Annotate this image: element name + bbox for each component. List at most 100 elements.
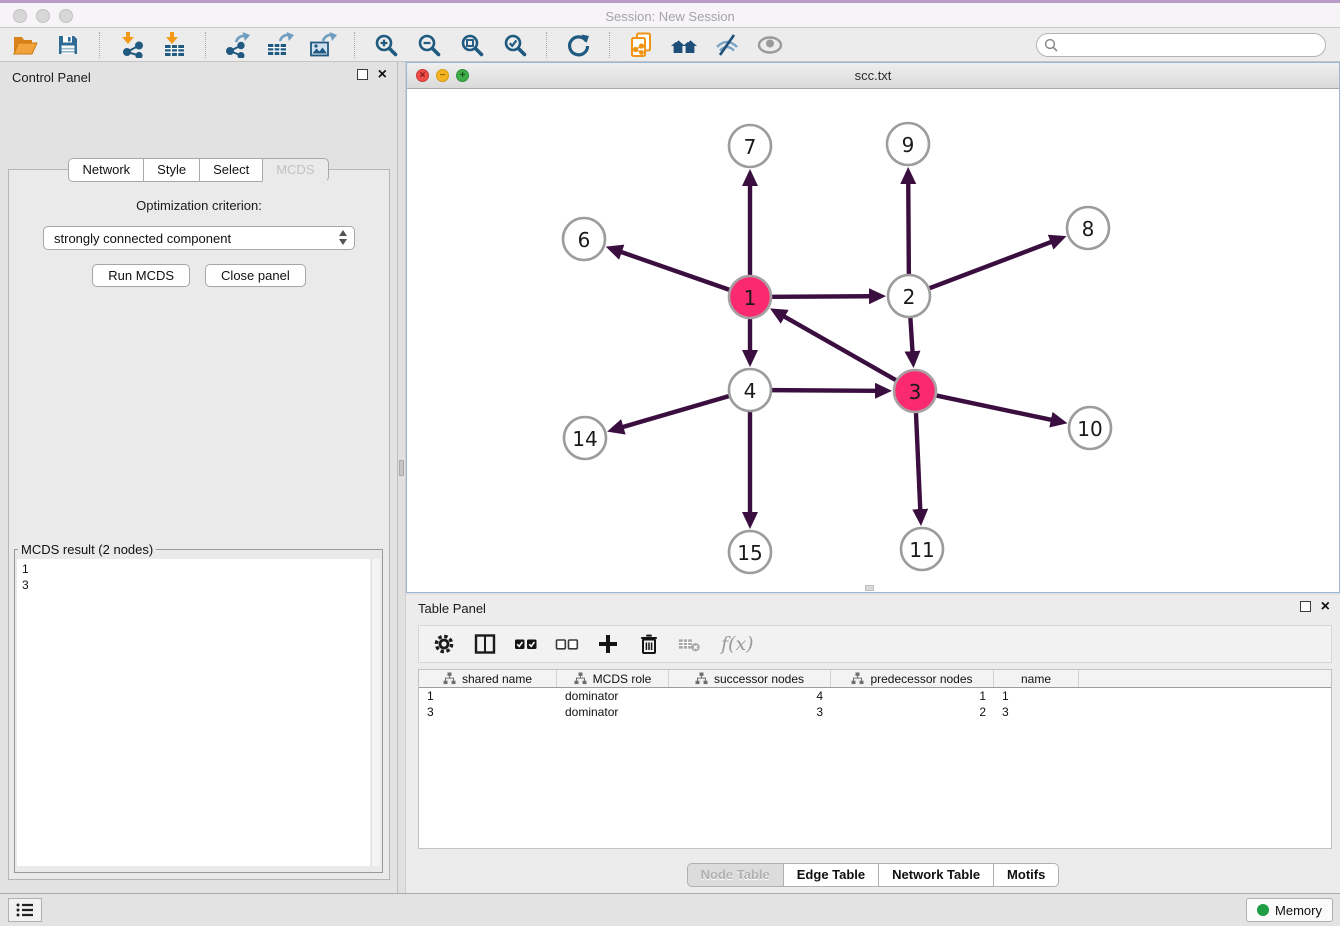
graph-edge-1-2[interactable] bbox=[772, 296, 870, 297]
graph-node-15[interactable]: 15 bbox=[729, 531, 771, 573]
export-table-icon[interactable] bbox=[265, 31, 295, 59]
cell-successor-nodes[interactable]: 3 bbox=[669, 705, 831, 719]
control-panel: Control Panel × Network Style Select MCD… bbox=[0, 62, 397, 893]
refresh-layout-icon[interactable] bbox=[563, 31, 593, 59]
settings-gear-icon[interactable] bbox=[432, 632, 456, 656]
column-header-predecessor-nodes[interactable]: predecessor nodes bbox=[831, 670, 994, 687]
criterion-select[interactable]: strongly connected component bbox=[43, 226, 355, 250]
panel-divider[interactable] bbox=[397, 62, 406, 893]
memory-button[interactable]: Memory bbox=[1246, 898, 1333, 922]
export-network-icon[interactable] bbox=[222, 31, 252, 59]
select-stepper-icon bbox=[339, 230, 347, 245]
graph-node-3[interactable]: 3 bbox=[894, 370, 936, 412]
svg-text:6: 6 bbox=[578, 228, 591, 252]
tab-motifs[interactable]: Motifs bbox=[993, 863, 1059, 887]
close-table-panel-icon[interactable]: × bbox=[1321, 601, 1330, 612]
toolbar-separator bbox=[546, 32, 547, 58]
mcds-result-text[interactable]: 1 3 bbox=[17, 559, 370, 866]
cell-shared-name[interactable]: 1 bbox=[419, 689, 557, 703]
select-all-checkboxes-icon[interactable] bbox=[514, 632, 538, 656]
close-panel-icon[interactable]: × bbox=[378, 69, 387, 80]
tab-network-table[interactable]: Network Table bbox=[878, 863, 993, 887]
cytoscape-app: Session: New Session bbox=[0, 0, 1340, 926]
cell-mcds-role[interactable]: dominator bbox=[557, 689, 669, 703]
float-table-panel-icon[interactable] bbox=[1300, 601, 1311, 612]
add-column-icon[interactable] bbox=[596, 632, 620, 656]
delete-table-icon[interactable] bbox=[678, 632, 702, 656]
zoom-in-icon[interactable] bbox=[371, 31, 401, 59]
zoom-selected-icon[interactable] bbox=[500, 31, 530, 59]
split-view-icon[interactable] bbox=[473, 632, 497, 656]
graph-node-8[interactable]: 8 bbox=[1067, 207, 1109, 249]
graph-edge-4-3[interactable] bbox=[772, 390, 876, 391]
cell-predecessor-nodes[interactable]: 2 bbox=[831, 705, 994, 719]
cell-predecessor-nodes[interactable]: 1 bbox=[831, 689, 994, 703]
list-icon bbox=[15, 902, 35, 918]
float-panel-icon[interactable] bbox=[357, 69, 368, 80]
cell-mcds-role[interactable]: dominator bbox=[557, 705, 669, 719]
task-history-button[interactable] bbox=[8, 898, 42, 922]
open-session-icon[interactable] bbox=[10, 31, 40, 59]
column-header-mcds-role[interactable]: MCDS role bbox=[557, 670, 669, 687]
column-header-successor-nodes[interactable]: successor nodes bbox=[669, 670, 831, 687]
save-session-icon[interactable] bbox=[53, 31, 83, 59]
graph-node-10[interactable]: 10 bbox=[1069, 407, 1111, 449]
canvas-resize-handle[interactable] bbox=[865, 585, 874, 591]
function-builder-icon[interactable]: f(x) bbox=[719, 632, 755, 656]
graph-edge-3-10[interactable] bbox=[937, 396, 1052, 420]
network-window-titlebar[interactable]: × − + scc.txt bbox=[407, 63, 1339, 89]
network-canvas[interactable]: 7 9 6 8 1 2 4 3 14 10 15 11 bbox=[407, 89, 1339, 592]
graph-node-4[interactable]: 4 bbox=[729, 369, 771, 411]
graph-node-14[interactable]: 14 bbox=[564, 417, 606, 459]
graph-node-1[interactable]: 1 bbox=[729, 276, 771, 318]
tab-edge-table[interactable]: Edge Table bbox=[783, 863, 878, 887]
tab-node-table[interactable]: Node Table bbox=[687, 863, 783, 887]
clone-network-icon[interactable] bbox=[626, 31, 656, 59]
graph-node-7[interactable]: 7 bbox=[729, 125, 771, 167]
tab-mcds[interactable]: MCDS bbox=[262, 158, 328, 182]
tab-select[interactable]: Select bbox=[199, 158, 262, 182]
tab-style[interactable]: Style bbox=[143, 158, 199, 182]
zoom-out-icon[interactable] bbox=[414, 31, 444, 59]
tab-network[interactable]: Network bbox=[68, 158, 143, 182]
cell-shared-name[interactable]: 3 bbox=[419, 705, 557, 719]
column-header-shared-name[interactable]: shared name bbox=[419, 670, 557, 687]
table-row[interactable]: 1 dominator 4 1 1 bbox=[419, 688, 1331, 704]
deselect-checkboxes-icon[interactable] bbox=[555, 632, 579, 656]
zoom-fit-icon[interactable] bbox=[457, 31, 487, 59]
run-mcds-button[interactable]: Run MCDS bbox=[92, 264, 190, 287]
graph-edge-2-9[interactable] bbox=[908, 183, 909, 274]
graph-node-6[interactable]: 6 bbox=[563, 218, 605, 260]
table-toolbar: f(x) bbox=[418, 625, 1332, 663]
search-input[interactable] bbox=[1036, 33, 1326, 57]
delete-column-trash-icon[interactable] bbox=[637, 632, 661, 656]
first-neighbors-icon[interactable] bbox=[669, 31, 699, 59]
graph-edge-3-1[interactable] bbox=[784, 316, 896, 380]
show-details-icon[interactable] bbox=[755, 31, 785, 59]
hide-details-icon[interactable] bbox=[712, 31, 742, 59]
import-table-icon[interactable] bbox=[159, 31, 189, 59]
graph-edge-4-14[interactable] bbox=[622, 396, 728, 427]
graph-edge-2-3[interactable] bbox=[910, 318, 912, 352]
graph-node-9[interactable]: 9 bbox=[887, 123, 929, 165]
result-scrollbar[interactable] bbox=[371, 559, 380, 866]
table-panel: Table Panel × bbox=[406, 595, 1340, 893]
graph-edge-2-8[interactable] bbox=[930, 242, 1052, 288]
column-header-name[interactable]: name bbox=[994, 670, 1079, 687]
svg-text:3: 3 bbox=[909, 380, 922, 404]
graph-node-2[interactable]: 2 bbox=[888, 275, 930, 317]
table-row[interactable]: 3 dominator 3 2 3 bbox=[419, 704, 1331, 720]
cell-successor-nodes[interactable]: 4 bbox=[669, 689, 831, 703]
graph-edge-1-6[interactable] bbox=[621, 252, 729, 290]
cell-name[interactable]: 1 bbox=[994, 689, 1079, 703]
close-panel-button[interactable]: Close panel bbox=[205, 264, 306, 287]
graph-edge-3-11[interactable] bbox=[916, 413, 920, 510]
cell-name[interactable]: 3 bbox=[994, 705, 1079, 719]
node-table[interactable]: shared name MCDS role successor nodes pr… bbox=[418, 669, 1332, 849]
divider-handle-icon[interactable] bbox=[399, 460, 404, 476]
table-panel-header: Table Panel × bbox=[406, 595, 1340, 621]
network-graph-svg: 7 9 6 8 1 2 4 3 14 10 15 11 bbox=[407, 89, 1339, 592]
export-image-icon[interactable] bbox=[308, 31, 338, 59]
import-network-icon[interactable] bbox=[116, 31, 146, 59]
graph-node-11[interactable]: 11 bbox=[901, 528, 943, 570]
